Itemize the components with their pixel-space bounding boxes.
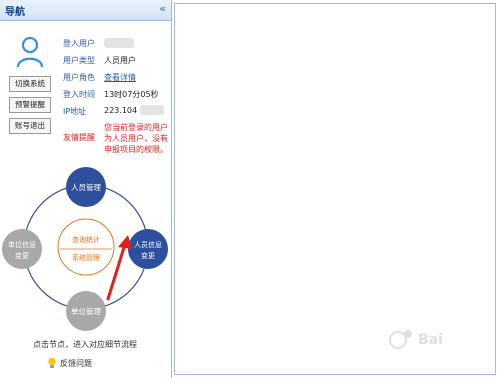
logout-button[interactable]: 账号退出 — [9, 118, 51, 134]
login-time-value: 13时07分05秒 — [104, 90, 159, 99]
feedback-link[interactable]: 反馈问题 — [60, 358, 92, 369]
nav-header: 导航 « — [0, 0, 171, 21]
login-user-label: 登入用户 — [63, 39, 95, 48]
user-role-label: 用户角色 — [63, 73, 95, 82]
reminder-text: 您当前登录的用户为人员用户，没有申报项目的权限。 — [104, 123, 168, 154]
node-unit-info-change[interactable] — [2, 229, 42, 269]
ip-address-label: IP地址 — [63, 107, 87, 116]
user-avatar-icon — [16, 36, 44, 68]
alert-reminder-button[interactable]: 预警提醒 — [9, 97, 51, 113]
center-query-stats[interactable]: 查询统计 — [72, 235, 100, 244]
watermark-logo: Bai — [389, 330, 443, 349]
switch-system-button[interactable]: 切换系统 — [9, 76, 51, 92]
login-time-label: 登入时间 — [63, 90, 95, 99]
node-left-text-line1: 单位信息 — [8, 240, 36, 249]
node-left-text-line2: 变更 — [15, 251, 29, 260]
node-top-text: 人员管理 — [71, 182, 101, 192]
ip-address-redacted — [140, 105, 164, 115]
svg-text:Bai: Bai — [418, 332, 443, 348]
login-user-value-redacted — [104, 38, 134, 48]
ip-address-value: 223.104 — [104, 106, 138, 115]
node-bottom-text: 单位管理 — [71, 306, 101, 316]
node-personnel-info-change[interactable] — [128, 229, 168, 269]
node-right-text-line2: 变更 — [141, 251, 155, 260]
collapse-icon[interactable]: « — [159, 2, 166, 15]
node-right-text-line1: 人员信息 — [134, 240, 162, 249]
diagram-hint: 点击节点，进入对应细节流程 — [33, 340, 137, 349]
process-diagram: 人员管理 人员信息 变更 单位管理 单位信息 变更 查询统计 系统管理 — [2, 167, 168, 331]
user-type-value: 人员用户 — [104, 56, 136, 65]
user-type-label: 用户类型 — [63, 56, 95, 65]
diagram-center-circle — [57, 218, 115, 276]
reminder-label: 友情提醒 — [63, 133, 95, 142]
lightbulb-icon — [48, 357, 56, 368]
nav-title: 导航 — [5, 7, 25, 18]
view-details-link[interactable]: 查看详情 — [104, 72, 136, 83]
center-system-management[interactable]: 系统管理 — [72, 253, 100, 262]
navigation-panel: 导航 « 切换系统 预警提醒 账号退出 登入用户 用户类型 人员用户 用户角色 … — [0, 0, 172, 378]
